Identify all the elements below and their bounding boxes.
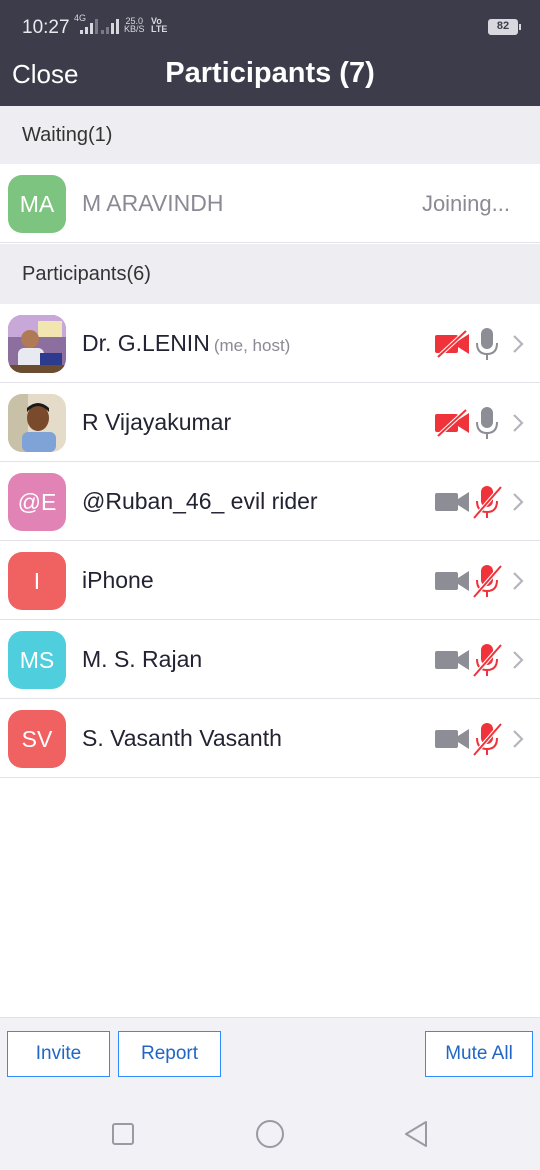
invite-button[interactable]: Invite (7, 1031, 110, 1077)
back-icon[interactable] (403, 1120, 429, 1148)
participant-row[interactable]: MS M. S. Rajan (0, 620, 540, 699)
chevron-right-icon (513, 335, 524, 353)
participant-name: M ARAVINDH (82, 190, 224, 216)
battery-icon: 82 (488, 19, 521, 35)
chevron-right-icon (513, 493, 524, 511)
participant-row[interactable]: R Vijayakumar (0, 383, 540, 462)
chevron-right-icon (513, 730, 524, 748)
avatar: SV (8, 710, 66, 768)
avatar-photo (8, 315, 66, 373)
participant-name: iPhone (82, 567, 154, 593)
avatar: I (8, 552, 66, 610)
signal-icon (80, 18, 98, 34)
microphone-muted-icon (472, 643, 502, 678)
microphone-muted-icon (472, 722, 502, 757)
participants-section-header: Participants(6) (0, 244, 540, 304)
home-icon[interactable] (256, 1120, 284, 1148)
participant-row[interactable]: @E @Ruban_46_ evil rider (0, 462, 540, 541)
participant-name: M. S. Rajan (82, 646, 203, 672)
video-off-icon (435, 329, 469, 359)
participant-name: Dr. G.LENIN (82, 330, 210, 356)
microphone-muted-icon (472, 485, 502, 520)
avatar: MS (8, 631, 66, 689)
participant-name: R Vijayakumar (82, 409, 232, 435)
chevron-right-icon (513, 651, 524, 669)
video-off-icon (435, 408, 469, 438)
microphone-icon (476, 328, 498, 360)
network-speed: 25.0 KB/S (124, 17, 145, 34)
host-tag: (me, host) (213, 336, 291, 355)
volte-bottom: LTE (151, 24, 168, 34)
person-photo-icon (8, 394, 66, 452)
video-icon (435, 650, 469, 670)
participant-row[interactable]: SV S. Vasanth Vasanth (0, 699, 540, 778)
microphone-muted-icon (472, 564, 502, 599)
bottom-toolbar: Invite Report Mute All (0, 1017, 540, 1170)
video-icon (435, 492, 469, 512)
page-title: Participants (7) (165, 57, 375, 89)
volte-indicator: Vo LTE (151, 17, 168, 34)
waiting-list-item[interactable]: MA M ARAVINDH Joining... (0, 164, 540, 243)
joining-status: Joining... (421, 191, 510, 216)
participant-row[interactable]: Dr. G.LENIN (me, host) (0, 304, 540, 383)
participant-name: S. Vasanth Vasanth (82, 725, 282, 751)
avatar: MA (8, 175, 66, 233)
avatar-photo (8, 394, 66, 452)
participant-name: @Ruban_46_ evil rider (82, 488, 318, 514)
report-button[interactable]: Report (118, 1031, 221, 1077)
microphone-icon (476, 407, 498, 439)
recent-apps-icon[interactable] (112, 1123, 134, 1145)
chevron-right-icon (513, 572, 524, 590)
status-time: 10:27 (22, 17, 70, 38)
signal-2-icon (101, 18, 119, 34)
participant-row[interactable]: I iPhone (0, 541, 540, 620)
person-photo-icon (8, 315, 66, 373)
waiting-section-header: Waiting(1) (0, 106, 540, 164)
mute-all-button[interactable]: Mute All (425, 1031, 533, 1077)
chevron-right-icon (513, 414, 524, 432)
participant-name-wrap: Dr. G.LENIN (me, host) (82, 304, 290, 383)
top-bar: 10:27 4G 25.0 KB/S Vo LTE 82 Close Partici… (0, 0, 540, 106)
video-icon (435, 729, 469, 749)
video-icon (435, 571, 469, 591)
avatar: @E (8, 473, 66, 531)
status-bar: 10:27 4G 25.0 KB/S Vo LTE 82 (0, 0, 540, 50)
speed-unit: KB/S (124, 24, 145, 34)
